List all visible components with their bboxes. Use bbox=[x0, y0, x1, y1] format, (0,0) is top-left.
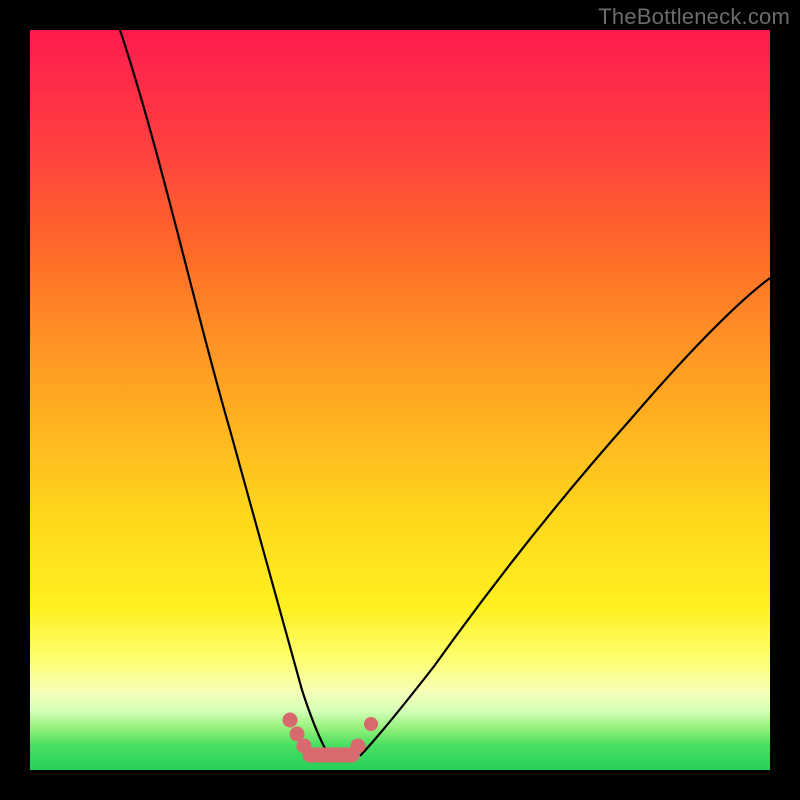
watermark-text: TheBottleneck.com bbox=[598, 4, 790, 30]
valley-dot bbox=[283, 713, 297, 727]
valley-dot bbox=[365, 718, 378, 731]
plot-area bbox=[30, 30, 770, 770]
right-curve bbox=[360, 278, 770, 756]
chart-frame: TheBottleneck.com bbox=[0, 0, 800, 800]
curve-layer bbox=[30, 30, 770, 770]
valley-dot bbox=[351, 739, 365, 753]
valley-marker-group bbox=[283, 713, 378, 755]
left-curve bbox=[120, 30, 330, 756]
